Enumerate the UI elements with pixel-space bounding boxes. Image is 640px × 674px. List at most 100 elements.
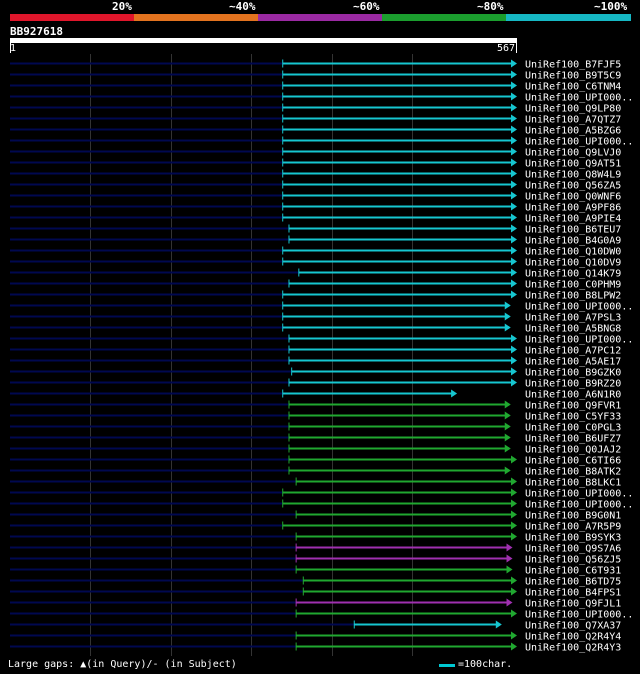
hit-label: UniRef100_Q8W4L9 (525, 170, 621, 181)
hit-end-arrow (511, 521, 517, 530)
hit-end-arrow (511, 367, 517, 376)
hit-end-arrow (506, 565, 513, 574)
hit-end-arrow (511, 191, 517, 200)
identity-legend: 20% ~40% ~60% ~80% ~100% (0, 0, 640, 14)
legend-label-40: ~40% (229, 0, 256, 13)
color-swatch-40 (134, 14, 258, 21)
hit-end-arrow (511, 268, 517, 277)
hit-end-arrow (511, 70, 517, 79)
hit-end-arrow (511, 147, 517, 156)
footer-scale-label: =100char. (458, 659, 513, 670)
hit-label: UniRef100_Q0JAJ2 (525, 445, 621, 456)
hit-end-arrow (511, 609, 517, 618)
hit-end-arrow (511, 213, 517, 222)
scale-end-label: 567 (497, 43, 516, 54)
hit-label: UniRef100_B8LPW2 (525, 291, 621, 302)
hit-label: UniRef100_B6UFZ7 (525, 434, 621, 445)
hit-label: UniRef100_Q9LP80 (525, 104, 621, 115)
hit-end-arrow (495, 620, 502, 629)
hit-end-arrow (504, 400, 511, 409)
hit-end-arrow (504, 444, 511, 453)
hit-end-arrow (504, 466, 511, 475)
identity-color-bar (10, 14, 631, 21)
hit-end-arrow (511, 290, 517, 299)
hit-label: UniRef100_A6N1R0 (525, 390, 621, 401)
hit-label: UniRef100_B6TD75 (525, 577, 621, 588)
hit-end-arrow (511, 103, 517, 112)
hit-end-arrow (511, 576, 517, 585)
hit-label: UniRef100_Q2R4Y3 (525, 643, 621, 654)
hit-label: UniRef100_Q0WNF6 (525, 192, 621, 203)
color-swatch-60 (258, 14, 382, 21)
hit-end-arrow (511, 279, 517, 288)
hit-end-arrow (504, 312, 511, 321)
hit-label: UniRef100_C5YF33 (525, 412, 621, 423)
hit-end-arrow (511, 345, 517, 354)
hit-end-arrow (511, 587, 517, 596)
hit-end-arrow (511, 356, 517, 365)
hit-label: UniRef100_UPI000.. (525, 500, 633, 511)
hit-end-arrow (511, 59, 517, 68)
hit-end-arrow (504, 411, 511, 420)
hit-label: UniRef100_B6TEU7 (525, 225, 621, 236)
hit-end-arrow (506, 598, 513, 607)
hit-label: UniRef100_A5BNG8 (525, 324, 621, 335)
query-name: BB927618 (10, 25, 63, 38)
hit-end-arrow (511, 455, 517, 464)
hit-label: UniRef100_Q9AT51 (525, 159, 621, 170)
hit-end-arrow (504, 301, 511, 310)
hit-end-arrow (511, 92, 517, 101)
hit-label: UniRef100_Q10DV9 (525, 258, 621, 269)
hit-label: UniRef100_B9SYK3 (525, 533, 621, 544)
hit-end-arrow (506, 543, 513, 552)
hit-end-arrow (511, 235, 517, 244)
hit-label: UniRef100_UPI000.. (525, 137, 633, 148)
hit-label: UniRef100_A9PF86 (525, 203, 621, 214)
hit-end-arrow (511, 114, 517, 123)
hit-label: UniRef100_A7QTZ7 (525, 115, 621, 126)
hit-label: UniRef100_A7R5P9 (525, 522, 621, 533)
hit-label: UniRef100_B4FPS1 (525, 588, 621, 599)
hit-label: UniRef100_C0PGL3 (525, 423, 621, 434)
hit-label: UniRef100_A7PSL3 (525, 313, 621, 324)
hit-end-arrow (511, 378, 517, 387)
scale-start-label: 1 (10, 43, 17, 54)
hit-label: UniRef100_Q9S7A6 (525, 544, 621, 555)
hit-end-arrow (511, 334, 517, 343)
hit-label: UniRef100_Q9FVR1 (525, 401, 621, 412)
scale-tick-end (516, 43, 517, 53)
hit-alignment-chart: UniRef100_B7FJF5UniRef100_B9T5C9UniRef10… (10, 54, 633, 656)
hit-label: UniRef100_Q56ZJ5 (525, 555, 621, 566)
hit-label: UniRef100_B9RZ20 (525, 379, 621, 390)
hit-label: UniRef100_Q9LVJ0 (525, 148, 621, 159)
hit-end-arrow (511, 136, 517, 145)
color-swatch-80 (382, 14, 506, 21)
hit-label: UniRef100_Q9FJL1 (525, 599, 621, 610)
hit-label: UniRef100_UPI000.. (525, 93, 633, 104)
hit-label: UniRef100_A7PC12 (525, 346, 621, 357)
hit-label: UniRef100_C6TNM4 (525, 82, 621, 93)
hit-label: UniRef100_C6T931 (525, 566, 621, 577)
hit-label: UniRef100_Q10DW0 (525, 247, 621, 258)
hit-label: UniRef100_Q14K79 (525, 269, 621, 280)
hit-label: UniRef100_B8LKC1 (525, 478, 621, 489)
hit-label: UniRef100_B4G0A9 (525, 236, 621, 247)
hit-label: UniRef100_A5BZG6 (525, 126, 621, 137)
hit-end-arrow (511, 246, 517, 255)
legend-label-80: ~80% (477, 0, 504, 13)
hit-end-arrow (511, 631, 517, 640)
hit-end-arrow (511, 642, 517, 651)
hit-label: UniRef100_B8ATK2 (525, 467, 621, 478)
hit-end-arrow (504, 422, 511, 431)
legend-label-100: ~100% (594, 0, 628, 13)
query-scale-bar (10, 38, 517, 43)
hit-end-arrow (511, 477, 517, 486)
hit-end-arrow (511, 180, 517, 189)
hit-label: UniRef100_B7FJF5 (525, 60, 621, 71)
legend-label-20: 20% (112, 0, 132, 13)
legend-label-60: ~60% (353, 0, 380, 13)
hit-label: UniRef100_B9GZK0 (525, 368, 621, 379)
hit-end-arrow (504, 323, 511, 332)
hit-label: UniRef100_C6TI66 (525, 456, 621, 467)
hit-label: UniRef100_Q2R4Y4 (525, 632, 621, 643)
